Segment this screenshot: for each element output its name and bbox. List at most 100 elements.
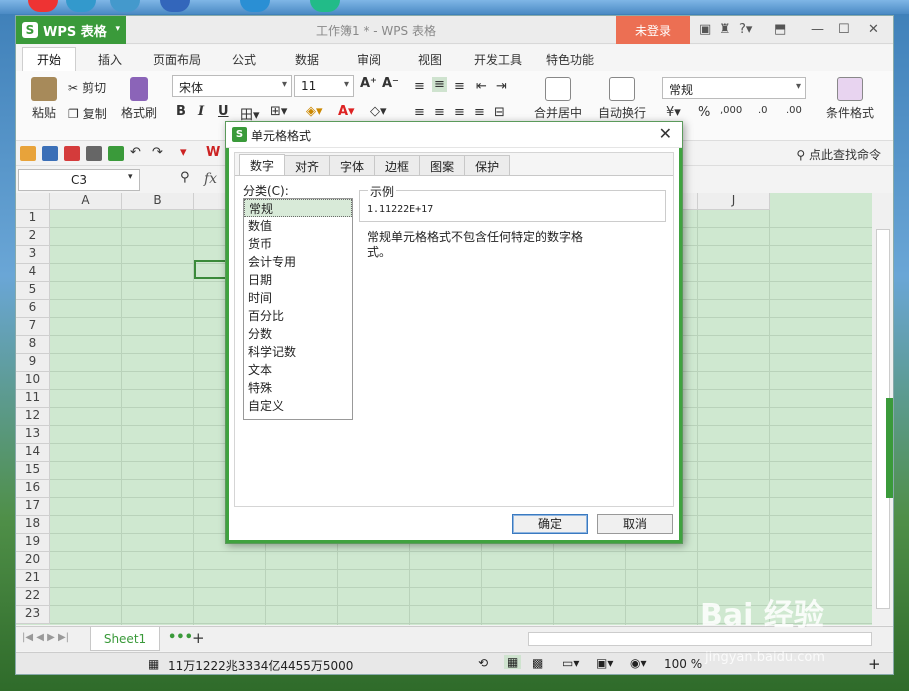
align-top-icon[interactable]: ≡ (414, 79, 425, 94)
align-middle-icon[interactable]: ≡ (432, 77, 447, 92)
chevron-down-icon[interactable]: ▾ (128, 172, 133, 182)
dialog-tab-border[interactable]: 边框 (374, 155, 421, 175)
category-item[interactable]: 科学记数 (244, 343, 352, 361)
row-header-2[interactable]: 2 (16, 228, 50, 246)
taskbar-app-icon[interactable] (66, 0, 96, 12)
tab-insert[interactable]: 插入 (98, 51, 122, 68)
indent-increase-icon[interactable]: ⇥ (496, 79, 507, 94)
row-header-9[interactable]: 9 (16, 354, 50, 372)
number-format-select[interactable]: 常规 (662, 77, 806, 99)
tab-page-layout[interactable]: 页面布局 (153, 51, 201, 68)
row-header-11[interactable]: 11 (16, 390, 50, 408)
row-header-19[interactable]: 19 (16, 534, 50, 552)
row-header-23[interactable]: 23 (16, 606, 50, 624)
tab-special-features[interactable]: 特色功能 (546, 51, 594, 68)
wps-office-icon[interactable]: W (206, 145, 220, 160)
open-icon[interactable] (20, 146, 36, 161)
row-header-15[interactable]: 15 (16, 462, 50, 480)
font-name-select[interactable]: 宋体 (172, 75, 292, 97)
dialog-tab-font[interactable]: 字体 (329, 155, 376, 175)
tab-review[interactable]: 审阅 (357, 51, 381, 68)
tab-developer[interactable]: 开发工具 (474, 51, 522, 68)
distributed-icon[interactable]: ⊟ (494, 105, 505, 120)
taskbar-app-icon[interactable] (28, 0, 58, 12)
row-header-20[interactable]: 20 (16, 552, 50, 570)
percent-icon[interactable]: % (698, 105, 710, 120)
category-item[interactable]: 自定义 (244, 397, 352, 415)
category-item[interactable]: 特殊 (244, 379, 352, 397)
fill-color-icon[interactable]: ◈▾ (306, 104, 323, 119)
print-preview-icon[interactable] (108, 146, 124, 161)
indent-decrease-icon[interactable]: ⇤ (476, 79, 487, 94)
row-header-14[interactable]: 14 (16, 444, 50, 462)
italic-icon[interactable]: I (198, 104, 204, 119)
bold-icon[interactable]: B (176, 104, 186, 119)
column-header-a[interactable]: A (50, 193, 122, 210)
undo-icon[interactable]: ↶ (130, 145, 141, 160)
tab-data[interactable]: 数据 (295, 51, 319, 68)
restore-ribbon-icon[interactable]: ⬒ (774, 22, 786, 37)
horizontal-scrollbar[interactable] (528, 632, 872, 646)
row-header-6[interactable]: 6 (16, 300, 50, 318)
print-icon[interactable] (86, 146, 102, 161)
category-list[interactable]: 常规 数值 货币 会计专用 日期 时间 百分比 分数 科学记数 文本 特殊 自定义 (243, 198, 353, 420)
tab-view[interactable]: 视图 (418, 51, 442, 68)
tab-formulas[interactable]: 公式 (232, 51, 256, 68)
wps-menu-button[interactable]: S WPS 表格 ▾ (16, 16, 126, 44)
page-layout-icon[interactable]: ▭▾ (562, 656, 579, 670)
maximize-icon[interactable]: ☐ (838, 22, 850, 37)
login-button[interactable]: 未登录 (616, 16, 690, 44)
row-header-22[interactable]: 22 (16, 588, 50, 606)
dialog-tab-number[interactable]: 数字 (239, 154, 286, 175)
close-icon[interactable]: ✕ (659, 124, 672, 143)
row-header-13[interactable]: 13 (16, 426, 50, 444)
align-bottom-icon[interactable]: ≡ (454, 79, 465, 94)
paste-button[interactable]: 粘贴 (24, 77, 64, 121)
taskbar-app-icon[interactable] (240, 0, 270, 12)
add-sheet-icon[interactable]: + (192, 629, 205, 647)
find-command[interactable]: ⚲ 点此查找命令 (796, 146, 881, 163)
select-all-corner[interactable] (16, 193, 50, 210)
category-item[interactable]: 常规 (244, 199, 352, 217)
row-header-10[interactable]: 10 (16, 372, 50, 390)
row-header-4[interactable]: 4 (16, 264, 50, 282)
row-header-5[interactable]: 5 (16, 282, 50, 300)
side-panel-toggle[interactable] (886, 398, 893, 498)
dialog-tab-protection[interactable]: 保护 (464, 155, 511, 175)
vertical-scrollbar[interactable] (872, 193, 893, 625)
row-header-7[interactable]: 7 (16, 318, 50, 336)
sheet-tab-sheet1[interactable]: Sheet1 (90, 627, 160, 651)
merge-border-icon[interactable]: ⊞▾ (270, 104, 287, 119)
align-left-icon[interactable]: ≡ (414, 105, 425, 120)
sheet-nav-icon[interactable]: |◀ ◀ ▶ ▶| (22, 632, 69, 643)
decrease-decimal-icon[interactable]: .00 (786, 105, 802, 116)
customize-icon[interactable]: ▾ (180, 145, 187, 160)
export-pdf-icon[interactable] (64, 146, 80, 161)
category-item[interactable]: 货币 (244, 235, 352, 253)
align-center-icon[interactable]: ≡ (434, 105, 445, 120)
shirt-icon[interactable]: ♜ (719, 22, 731, 37)
zoom-level[interactable]: 100 % (664, 657, 702, 671)
cut-button[interactable]: ✂ 剪切 (68, 79, 106, 96)
reading-mode-icon[interactable]: ▣▾ (596, 656, 613, 670)
column-header-b[interactable]: B (122, 193, 194, 210)
close-icon[interactable]: ✕ (868, 22, 879, 37)
more-sheets-icon[interactable]: ••• (168, 630, 193, 645)
category-item[interactable]: 百分比 (244, 307, 352, 325)
normal-view-icon[interactable]: ▦ (504, 655, 522, 669)
page-break-view-icon[interactable]: ▩ (532, 656, 543, 670)
justify-icon[interactable]: ≡ (474, 105, 485, 120)
font-size-select[interactable]: 11 (294, 75, 354, 97)
format-painter-button[interactable]: 格式刷 (118, 77, 160, 121)
row-header-16[interactable]: 16 (16, 480, 50, 498)
row-header-8[interactable]: 8 (16, 336, 50, 354)
tab-home[interactable]: 开始 (22, 47, 77, 71)
taskbar-app-icon[interactable] (110, 0, 140, 12)
conditional-format-button[interactable]: 条件格式 (818, 77, 882, 121)
name-box[interactable]: C3 (18, 169, 140, 191)
underline-icon[interactable]: U (218, 104, 229, 119)
merge-center-button[interactable]: 合并居中 (526, 77, 590, 121)
category-item[interactable]: 文本 (244, 361, 352, 379)
dialog-tab-pattern[interactable]: 图案 (419, 155, 466, 175)
thousands-icon[interactable]: ,000 (720, 105, 742, 116)
